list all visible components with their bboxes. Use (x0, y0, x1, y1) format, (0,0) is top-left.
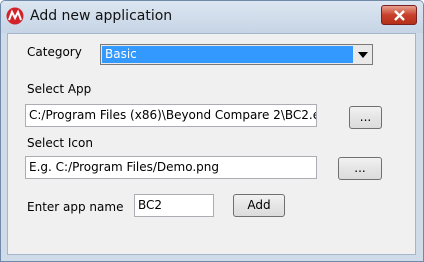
category-dropdown[interactable]: Basic (100, 44, 373, 65)
add-button[interactable]: Add (233, 194, 285, 217)
category-selected-value: Basic (102, 46, 353, 63)
select-icon-label: Select Icon (27, 136, 93, 150)
app-name-label: Enter app name (27, 200, 124, 214)
app-name-field[interactable]: BC2 (134, 194, 214, 217)
category-label: Category (27, 45, 82, 59)
close-button[interactable] (381, 5, 417, 25)
select-app-label: Select App (27, 82, 92, 96)
add-application-dialog: Add new application Category Basic Selec… (0, 0, 424, 262)
app-path-field[interactable]: C:/Program Files (x86)\Beyond Compare 2\… (25, 104, 317, 127)
close-icon (394, 10, 405, 21)
title-bar[interactable]: Add new application (1, 1, 423, 33)
icon-path-field[interactable]: E.g. C:/Program Files/Demo.png (25, 156, 317, 179)
microchip-logo-icon (6, 7, 24, 25)
browse-icon-button[interactable]: ... (338, 157, 382, 180)
browse-app-button[interactable]: ... (349, 106, 382, 129)
window-title: Add new application (30, 8, 173, 24)
dialog-body: Category Basic Select App C:/Program Fil… (7, 33, 416, 255)
chevron-down-icon (358, 52, 368, 58)
